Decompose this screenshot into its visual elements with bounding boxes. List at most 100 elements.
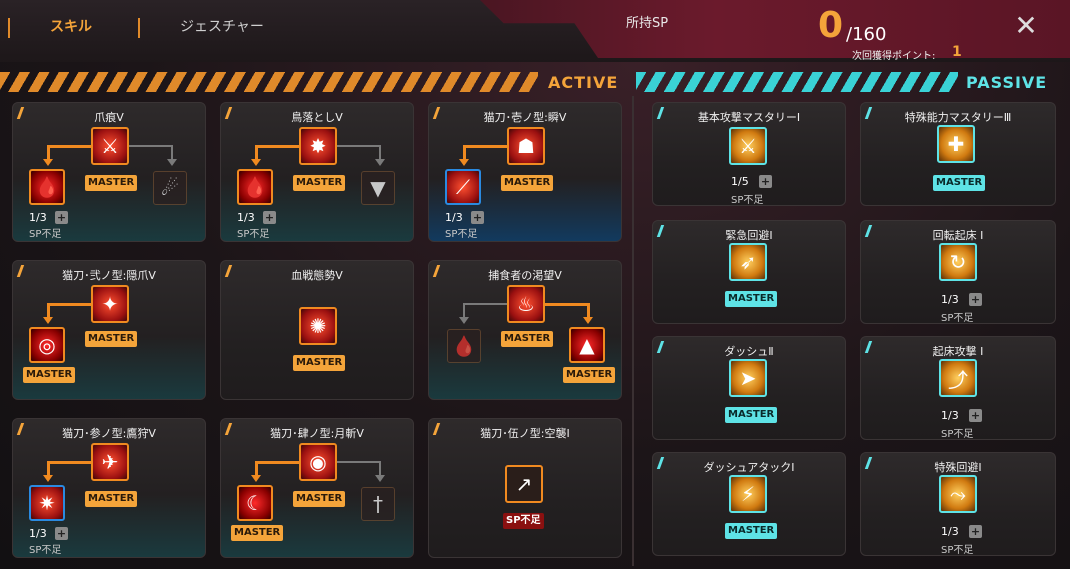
skill-title: 猫刀･肆ノ型:月斬Ⅴ [270, 427, 364, 440]
fang-icon[interactable]: ▼ [361, 171, 395, 205]
branch-line [255, 145, 299, 148]
arrow-icon [583, 317, 593, 324]
evade-icon[interactable]: ➶ [729, 243, 767, 281]
target-icon[interactable]: ◎ [29, 327, 65, 363]
arrow-icon [251, 159, 261, 166]
passive-card-basic-attack[interactable]: 基本攻撃マスタリーⅠ ⚔ 1/5 + SP不足 [652, 102, 846, 206]
passive-card-special-evade[interactable]: 特殊回避Ⅰ ⤳ 1/3 + SP不足 [860, 452, 1056, 556]
skill-title: 起床攻撃 Ⅰ [932, 345, 984, 358]
hidden-claw-icon[interactable]: ✦ [91, 285, 129, 323]
air-raid-icon[interactable]: ↗ [505, 465, 543, 503]
skill-title: 猫刀･弐ノ型:隠爪Ⅴ [62, 269, 156, 282]
special-evade-icon[interactable]: ⤳ [939, 475, 977, 513]
skill-card-predator[interactable]: 捕食者の渇望Ⅴ ♨ MASTER 🩸 ▲ MASTER [428, 260, 622, 400]
master-badge: MASTER [85, 175, 138, 191]
plus-button[interactable]: + [969, 293, 982, 306]
master-badge: MASTER [85, 331, 138, 347]
tab-gesture[interactable]: ジェスチャー [180, 16, 264, 36]
sword-mastery-icon[interactable]: ⚔ [729, 127, 767, 165]
skill-title: 捕食者の渇望Ⅴ [488, 269, 562, 282]
branch-line [545, 303, 589, 306]
close-icon[interactable]: ✕ [1012, 12, 1040, 40]
sp-shortage-badge: SP不足 [503, 513, 544, 529]
blood-flame-icon[interactable]: ✺ [299, 307, 337, 345]
tab-skill[interactable]: スキル [50, 16, 92, 36]
plus-button[interactable]: + [55, 527, 68, 540]
active-banner-stripe [0, 72, 538, 92]
branch-line [379, 145, 381, 159]
crimson-spikes-icon[interactable]: ▲ [569, 327, 605, 363]
moon-slash-icon[interactable]: ◉ [299, 443, 337, 481]
sp-max: /160 [846, 24, 887, 45]
sp-shortage-note: SP不足 [941, 545, 974, 556]
skill-title: 猫刀･伍ノ型:空襲Ⅰ [480, 427, 570, 440]
skill-card-nekoto-2[interactable]: 猫刀･弐ノ型:隠爪Ⅴ ✦ MASTER ◎ MASTER [12, 260, 206, 400]
skill-card-nekoto-4[interactable]: 猫刀･肆ノ型:月斬Ⅴ ◉ MASTER ☾ MASTER † [220, 418, 414, 558]
skill-level: 1/3 [29, 211, 47, 224]
passive-banner-stripe [636, 72, 958, 92]
skill-title: 血戦態勢Ⅴ [291, 269, 343, 282]
sp-shortage-note: SP不足 [237, 229, 270, 240]
skill-level: 1/3 [941, 525, 959, 538]
passive-card-special-mastery[interactable]: 特殊能力マスタリーⅢ ✚ MASTER [860, 102, 1056, 206]
power-mastery-icon[interactable]: ✚ [937, 125, 975, 163]
roll-icon[interactable]: ↻ [939, 243, 977, 281]
passive-card-roll-rise[interactable]: 回転起床 Ⅰ ↻ 1/3 + SP不足 [860, 220, 1056, 324]
branch-line [47, 145, 50, 159]
cat-armor-icon[interactable]: ☗ [507, 127, 545, 165]
section-passive-label: PASSIVE [966, 73, 1048, 92]
dash-attack-icon[interactable]: ⚡ [729, 475, 767, 513]
sp-shortage-note: SP不足 [29, 229, 62, 240]
tab-divider [8, 18, 10, 38]
blood-drop-icon[interactable]: 🩸 [29, 169, 65, 205]
passive-card-rise-attack[interactable]: 起床攻撃 Ⅰ ⤴ 1/3 + SP不足 [860, 336, 1056, 440]
sp-shortage-note: SP不足 [29, 545, 62, 556]
skill-card-nekoto-3[interactable]: 猫刀･参ノ型:鷹狩Ⅴ ✈ MASTER ✷ 1/3 + SP不足 [12, 418, 206, 558]
skill-card-scratch[interactable]: 爪痕Ⅴ ⚔ MASTER 🩸 ☄ 1/3 + SP不足 [12, 102, 206, 242]
skill-card-bird-drop[interactable]: 鳥落としⅤ ✸ MASTER 🩸 ▼ 1/3 + SP不足 [220, 102, 414, 242]
explosion-skill-icon[interactable]: ✸ [299, 127, 337, 165]
arrow-icon [375, 159, 385, 166]
blood-drop-icon[interactable]: 🩸 [447, 329, 481, 363]
branch-line [47, 303, 50, 317]
plus-button[interactable]: + [969, 525, 982, 538]
branch-line [463, 145, 507, 148]
arrow-icon [167, 159, 177, 166]
branch-line [337, 145, 381, 147]
master-badge: MASTER [231, 525, 284, 541]
skill-card-nekoto-5[interactable]: 猫刀･伍ノ型:空襲Ⅰ ↗ SP不足 [428, 418, 622, 558]
claw-upgrade-icon[interactable]: ☄ [153, 171, 187, 205]
master-badge: MASTER [293, 491, 346, 507]
passive-card-emergency-evade[interactable]: 緊急回避Ⅰ ➶ MASTER [652, 220, 846, 324]
branch-line [463, 145, 466, 159]
arrow-icon [251, 475, 261, 482]
plus-button[interactable]: + [969, 409, 982, 422]
arrow-icon [459, 317, 469, 324]
sp-shortage-note: SP不足 [941, 313, 974, 324]
feather-burst-icon[interactable]: ✷ [29, 485, 65, 521]
arrow-icon [43, 317, 53, 324]
skill-card-battle-stance[interactable]: 血戦態勢Ⅴ ✺ MASTER [220, 260, 414, 400]
skill-card-nekoto-1[interactable]: 猫刀･壱ノ型:瞬Ⅴ ☗ MASTER ⟋ 1/3 + SP不足 [428, 102, 622, 242]
claw-skill-icon[interactable]: ⚔ [91, 127, 129, 165]
arrow-icon [43, 159, 53, 166]
blood-drop-icon[interactable]: 🩸 [237, 169, 273, 205]
plus-button[interactable]: + [471, 211, 484, 224]
passive-card-dash[interactable]: ダッシュⅡ ➤ MASTER [652, 336, 846, 440]
dagger-icon[interactable]: † [361, 487, 395, 521]
skill-title: 基本攻撃マスタリーⅠ [697, 111, 801, 124]
dash-icon[interactable]: ➤ [729, 359, 767, 397]
plus-button[interactable]: + [55, 211, 68, 224]
plus-button[interactable]: + [759, 175, 772, 188]
rise-attack-icon[interactable]: ⤴ [939, 359, 977, 397]
crescent-icon[interactable]: ☾ [237, 485, 273, 521]
section-active-label: ACTIVE [548, 73, 619, 92]
predator-icon[interactable]: ♨ [507, 285, 545, 323]
passive-card-dash-attack[interactable]: ダッシュアタックⅠ ⚡ MASTER [652, 452, 846, 556]
plus-button[interactable]: + [263, 211, 276, 224]
hawk-icon[interactable]: ✈ [91, 443, 129, 481]
branch-line [255, 461, 299, 464]
master-badge: MASTER [725, 523, 778, 539]
slash-strike-icon[interactable]: ⟋ [445, 169, 481, 205]
branch-line [255, 145, 258, 159]
